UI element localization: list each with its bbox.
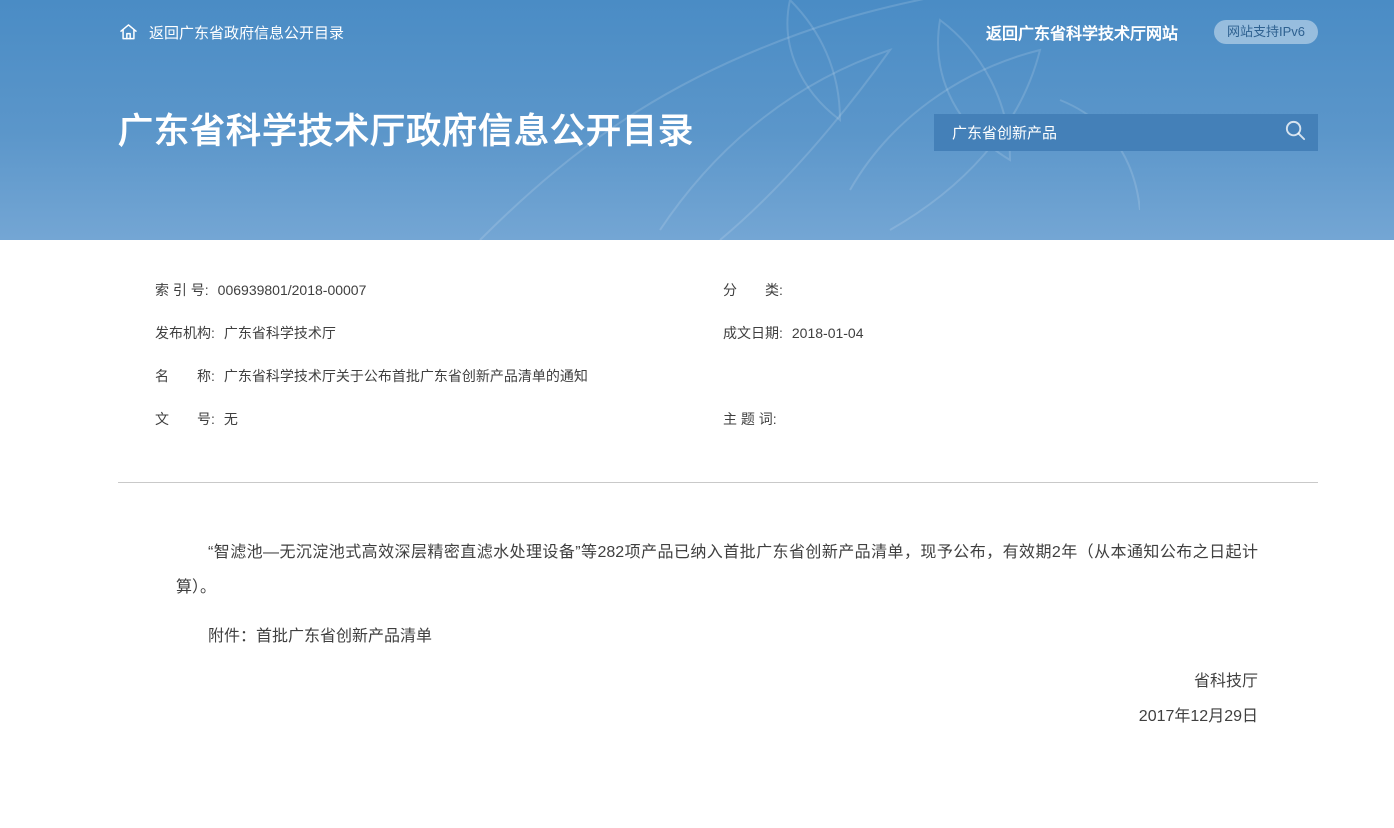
document-meta: 索 引 号: 006939801/2018-00007 分 类: 发布机构: 广…: [118, 240, 1318, 440]
search-box: [934, 114, 1318, 151]
meta-doc-number: 文 号: 无: [155, 397, 723, 440]
meta-empty-cell: [723, 354, 1318, 397]
main-content: 索 引 号: 006939801/2018-00007 分 类: 发布机构: 广…: [118, 240, 1318, 734]
meta-publisher: 发布机构: 广东省科学技术厅: [155, 311, 723, 354]
meta-label: 发布机构:: [155, 323, 215, 343]
meta-label: 文 号:: [155, 409, 215, 429]
meta-label: 分 类:: [723, 280, 783, 300]
meta-value: 2018-01-04: [792, 325, 864, 341]
meta-label: 索 引 号:: [155, 280, 209, 300]
meta-label: 主 题 词:: [723, 409, 777, 429]
header-title-row: 广东省科学技术厅政府信息公开目录: [118, 108, 1318, 156]
back-to-dept-site-link[interactable]: 返回广东省科学技术厅网站: [986, 20, 1178, 44]
meta-title: 名 称: 广东省科学技术厅关于公布首批广东省创新产品清单的通知: [155, 354, 723, 397]
page-title: 广东省科学技术厅政府信息公开目录: [118, 108, 694, 156]
search-button[interactable]: [1272, 114, 1318, 151]
header-topbar-right: 返回广东省科学技术厅网站 网站支持IPv6: [986, 20, 1318, 44]
back-to-gov-directory-link[interactable]: 返回广东省政府信息公开目录: [118, 22, 344, 43]
meta-category: 分 类:: [723, 268, 1318, 311]
back-to-gov-directory-label: 返回广东省政府信息公开目录: [149, 22, 344, 43]
header-topbar: 返回广东省政府信息公开目录 返回广东省科学技术厅网站 网站支持IPv6: [118, 20, 1318, 44]
meta-issue-date: 成文日期: 2018-01-04: [723, 311, 1318, 354]
search-icon: [1284, 119, 1307, 145]
meta-value: 广东省科学技术厅: [224, 323, 336, 343]
attachment-line: 附件：首批广东省创新产品清单: [176, 619, 1258, 654]
signature-date: 2017年12月29日: [176, 699, 1258, 734]
signature: 省科技厅: [176, 664, 1258, 699]
meta-index-number: 索 引 号: 006939801/2018-00007: [155, 268, 723, 311]
meta-keywords: 主 题 词:: [723, 397, 1318, 440]
notice-body: “智滤池—无沉淀池式高效深层精密直滤水处理设备”等282项产品已纳入首批广东省创…: [118, 483, 1318, 734]
meta-label: 成文日期:: [723, 323, 783, 343]
notice-paragraph: “智滤池—无沉淀池式高效深层精密直滤水处理设备”等282项产品已纳入首批广东省创…: [176, 535, 1258, 605]
ipv6-support-badge: 网站支持IPv6: [1214, 20, 1318, 44]
search-input[interactable]: [934, 124, 1272, 141]
page-header: 返回广东省政府信息公开目录 返回广东省科学技术厅网站 网站支持IPv6 广东省科…: [0, 0, 1394, 240]
meta-label: 名 称:: [155, 366, 215, 386]
home-icon: [118, 22, 139, 42]
attachment-link[interactable]: 首批广东省创新产品清单: [256, 628, 432, 645]
attachment-label: 附件：: [208, 628, 256, 645]
meta-value: 006939801/2018-00007: [218, 282, 367, 298]
meta-value: 广东省科学技术厅关于公布首批广东省创新产品清单的通知: [224, 366, 588, 386]
meta-value: 无: [224, 409, 238, 429]
